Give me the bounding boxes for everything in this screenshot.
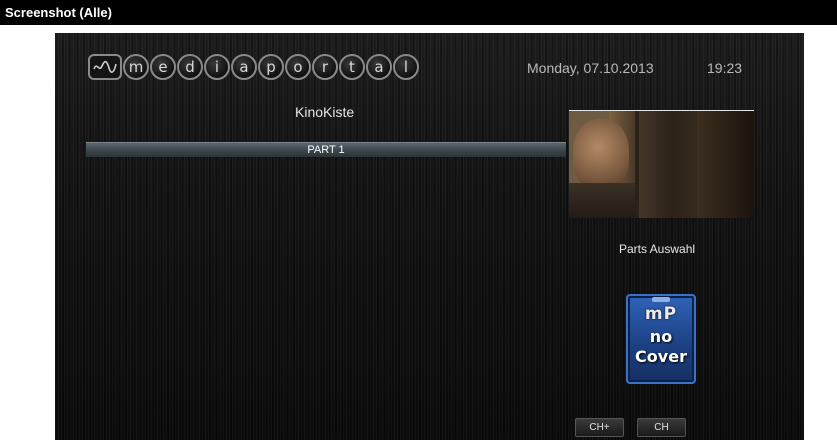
window-title: Screenshot (Alle) <box>0 0 837 25</box>
parts-list: PART 1 <box>86 142 566 157</box>
cover-tab <box>652 297 670 302</box>
logo-letter: o <box>285 54 311 80</box>
logo-letter: i <box>204 54 230 80</box>
cover-line-2: Cover <box>635 347 687 366</box>
plugin-title: KinoKiste <box>295 104 355 120</box>
list-item-part-1[interactable]: PART 1 <box>86 142 566 157</box>
cover-text: no Cover <box>635 327 687 367</box>
cover-line-1: no <box>649 327 673 346</box>
channel-up-button[interactable]: CH+ <box>575 418 624 437</box>
cover-logo: mP <box>644 304 678 324</box>
logo-letter: a <box>231 54 257 80</box>
waveform-icon <box>88 54 122 80</box>
logo-letter: d <box>177 54 203 80</box>
logo-letter: p <box>258 54 284 80</box>
mediaportal-logo: m e d i a p o r t a l <box>88 52 419 82</box>
date-display: Monday, 07.10.2013 <box>527 60 654 76</box>
logo-letter: a <box>366 54 392 80</box>
logo-letter: l <box>393 54 419 80</box>
parts-selection-label: Parts Auswahl <box>619 242 696 256</box>
clock-display: 19:23 <box>707 60 743 76</box>
logo-letter: m <box>123 54 149 80</box>
logo-letter: e <box>150 54 176 80</box>
channel-down-button[interactable]: CH <box>637 418 686 437</box>
no-cover-image: mP no Cover <box>626 294 696 384</box>
logo-letter: t <box>339 54 365 80</box>
logo-letter: r <box>312 54 338 80</box>
mediaportal-screen: m e d i a p o r t a l Monday, 07.10.2013… <box>55 33 804 440</box>
video-preview <box>569 110 754 218</box>
